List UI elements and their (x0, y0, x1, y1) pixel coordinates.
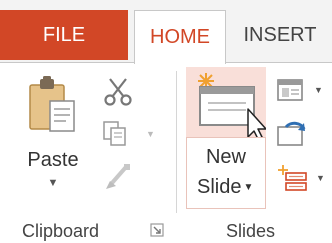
paste-label: Paste (27, 149, 79, 171)
reset-icon (277, 121, 306, 146)
section-icon (278, 165, 307, 191)
reset-button[interactable] (274, 119, 314, 149)
chevron-down-icon: ▼ (314, 85, 323, 95)
chevron-down-icon: ▼ (47, 177, 59, 189)
dialog-launcher-icon[interactable] (150, 223, 164, 237)
chevron-down-icon: ▼ (146, 129, 155, 139)
slides-group-label: Slides (226, 221, 276, 241)
format-painter-button[interactable] (100, 161, 136, 193)
format-painter-icon (106, 164, 130, 189)
tab-home[interactable]: HOME (134, 10, 226, 64)
new-slide-label-line2: Slide ▼ (197, 176, 253, 199)
copy-button[interactable]: ▼ (100, 119, 160, 149)
cut-icon (104, 78, 132, 106)
new-slide-label-line1: New (205, 146, 246, 168)
new-slide-label-text: Slide (197, 176, 242, 198)
layout-button[interactable]: ▼ (274, 77, 330, 105)
new-slide-dropdown-button[interactable]: New Slide ▼ (186, 137, 266, 209)
group-divider (176, 71, 177, 213)
new-slide-icon (198, 73, 267, 140)
cut-button[interactable] (100, 75, 136, 107)
paste-button[interactable]: Paste ▼ (14, 67, 92, 207)
new-slide-button[interactable] (186, 67, 267, 140)
ribbon-home-panel: Paste ▼ ▼ Clipboard New Slide ▼ ▼ ▼ Slid… (0, 62, 332, 243)
clipboard-group-label: Clipboard (22, 221, 100, 241)
tab-file[interactable]: FILE (0, 10, 128, 60)
chevron-down-icon: ▼ (316, 173, 325, 183)
chevron-down-icon: ▼ (243, 182, 254, 193)
layout-icon (277, 79, 303, 101)
section-button[interactable]: ▼ (274, 163, 330, 195)
ribbon-tab-strip: FILE HOME INSERT (0, 0, 332, 64)
paste-icon (29, 76, 75, 132)
tab-insert[interactable]: INSERT (230, 10, 330, 60)
copy-icon (103, 121, 126, 146)
